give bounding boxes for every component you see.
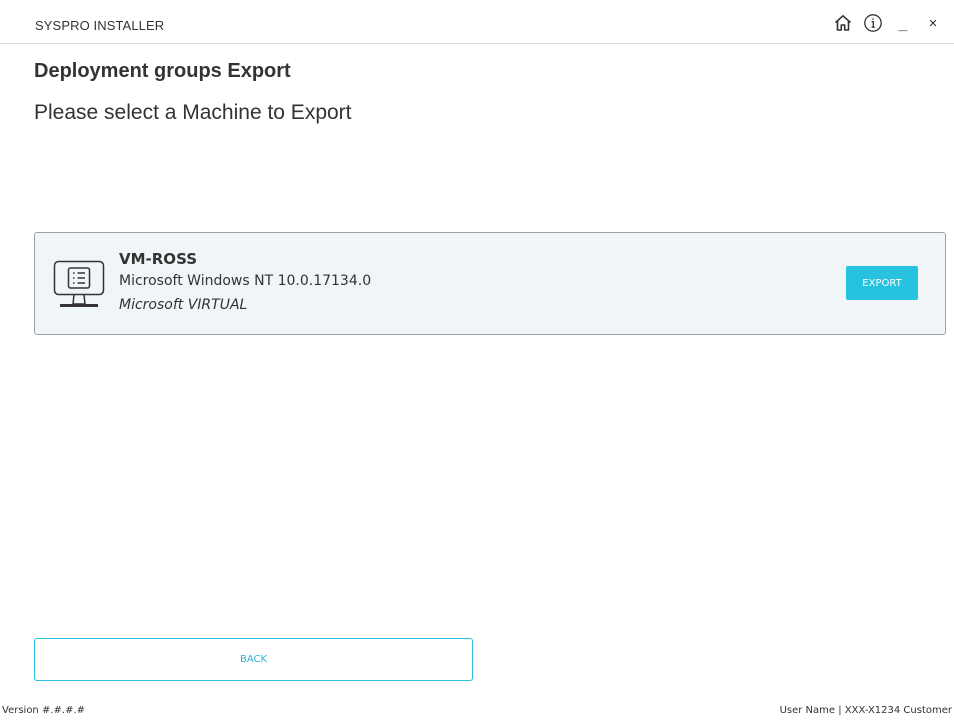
back-button[interactable]: BACK	[34, 638, 473, 681]
page-title: Deployment groups Export	[34, 60, 291, 82]
machine-name: VM-ROSS	[119, 250, 197, 268]
export-button[interactable]: EXPORT	[846, 266, 918, 300]
machine-card: VM-ROSS Microsoft Windows NT 10.0.17134.…	[34, 232, 946, 335]
machine-type: Microsoft VIRTUAL	[119, 297, 248, 313]
title-bar: SYSPRO INSTALLER _ ×	[0, 0, 954, 44]
minimize-button[interactable]: _	[890, 10, 916, 36]
version-label: Version #.#.#.#	[2, 705, 86, 716]
home-icon[interactable]	[830, 10, 856, 36]
info-icon[interactable]	[860, 10, 886, 36]
close-button[interactable]: ×	[920, 10, 946, 36]
user-info: User Name | XXX-X1234 Customer	[779, 705, 952, 716]
computer-icon	[52, 258, 106, 312]
window-controls: _ ×	[826, 10, 946, 36]
page-subtitle: Please select a Machine to Export	[34, 101, 352, 124]
app-title: SYSPRO INSTALLER	[35, 18, 165, 33]
machine-os: Microsoft Windows NT 10.0.17134.0	[119, 273, 372, 289]
